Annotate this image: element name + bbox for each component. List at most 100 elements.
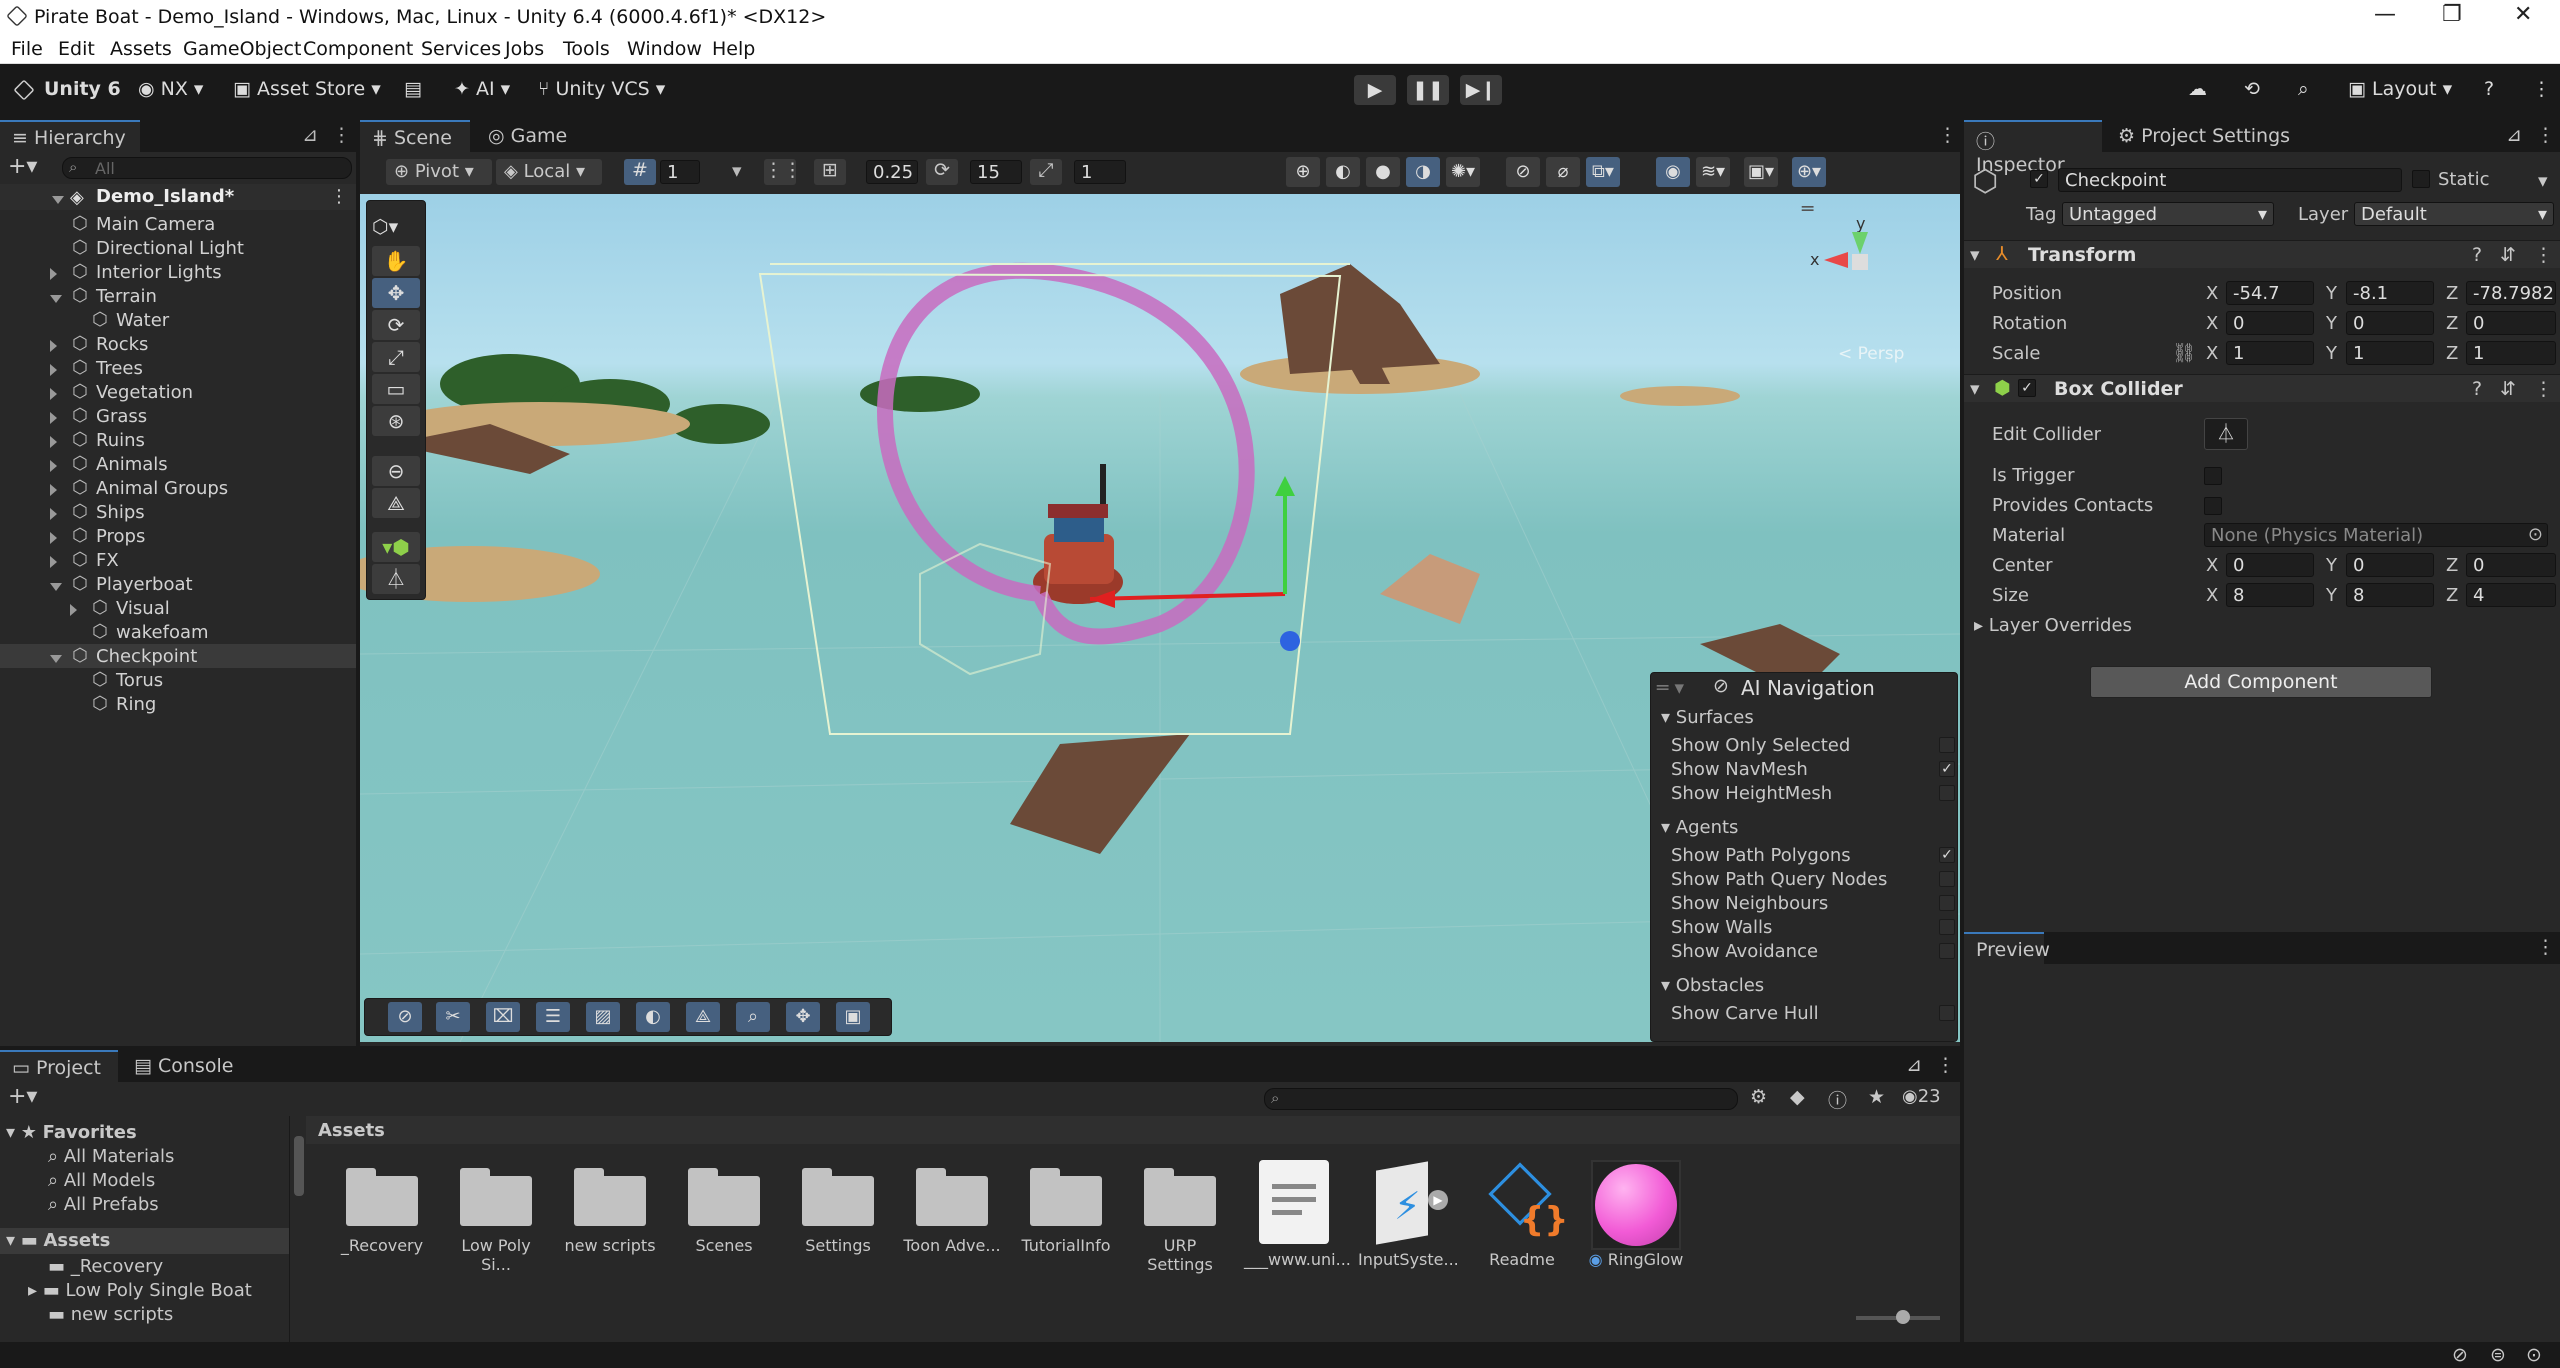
orientation-gizmo[interactable]: y x	[1810, 214, 1920, 314]
position-x-input[interactable]: -54.7	[2226, 281, 2314, 305]
is-trigger-checkbox[interactable]	[2204, 467, 2222, 485]
local-dropdown[interactable]: ◈ Local ▾	[496, 159, 602, 185]
tree-folder-recovery[interactable]: ▬ _Recovery	[48, 1256, 163, 1277]
scale-snap-input[interactable]: 1	[1074, 160, 1126, 184]
grid-dropdown-arrow[interactable]: ▾	[732, 160, 742, 182]
nav-tool-9-icon[interactable]: ✥	[786, 1002, 820, 1032]
show-carve-hull-row[interactable]: Show Carve Hull	[1671, 1003, 1955, 1024]
asset-input-system[interactable]: ⚡ ▶ InputSyste...	[1358, 1160, 1459, 1269]
menu-jobs[interactable]: Jobs	[505, 38, 544, 60]
layer-dropdown[interactable]: Default ▾	[2354, 202, 2554, 226]
pivot-dropdown[interactable]: ⊕ Pivot ▾	[386, 159, 492, 185]
debugger-icon[interactable]: ⊘	[2452, 1344, 2468, 1366]
move-tool-icon[interactable]: ✥	[372, 278, 420, 308]
transform-foldout-icon[interactable]: ▾	[1970, 244, 1980, 266]
lit-shading-button[interactable]: ◑	[1406, 157, 1440, 187]
component-tools-icon[interactable]: ▾⬢	[372, 532, 420, 562]
tab-hierarchy[interactable]: ≡ Hierarchy	[0, 120, 140, 152]
scale-snap-icon[interactable]: ⤢	[1030, 159, 1062, 185]
search-icon[interactable]: ⌕	[2298, 78, 2309, 100]
expand-arrow-icon[interactable]	[50, 505, 65, 526]
camera-dropdown[interactable]: ▣▾	[1744, 157, 1778, 187]
inspector-more-icon[interactable]: ⋮	[2536, 124, 2555, 146]
show-path-query-nodes-row[interactable]: Show Path Query Nodes	[1671, 869, 1955, 890]
favorite-icon[interactable]: ★	[1868, 1086, 1885, 1108]
gizmo-center[interactable]	[1852, 254, 1868, 270]
hierarchy-item[interactable]: ⬡ Visual	[0, 596, 356, 620]
edit-collider-button[interactable]: ⏃	[2204, 418, 2248, 450]
collapse-arrow-icon[interactable]	[50, 577, 70, 598]
history-icon[interactable]: ⟲	[2244, 78, 2260, 100]
hierarchy-item[interactable]: ⬡ Terrain	[0, 284, 356, 308]
2d-toggle[interactable]: ⊘	[1506, 157, 1540, 187]
nav-tool-8-icon[interactable]: ⌕	[736, 1002, 770, 1032]
hierarchy-item[interactable]: ⬡ Water	[0, 308, 356, 332]
shaded-wireframe-button[interactable]: ◐	[1326, 157, 1360, 187]
overlay-menu-icon[interactable]: ═	[1802, 198, 1813, 220]
transform-presets-icon[interactable]: ⇵	[2500, 244, 2516, 266]
preview-header[interactable]	[1964, 932, 2560, 964]
hierarchy-item[interactable]: ⬡ Ships	[0, 500, 356, 524]
gizmo-y-cone[interactable]	[1852, 232, 1868, 254]
view-tool-hand-icon[interactable]: ✋	[372, 246, 420, 276]
inspector-lock-icon[interactable]: ⊿	[2506, 124, 2522, 146]
maximize-button[interactable]: ❐	[2442, 2, 2462, 27]
asset-text-file[interactable]: ___www.uni...	[1244, 1160, 1351, 1269]
create-asset-button[interactable]: +▾	[8, 1084, 37, 1109]
transform-more-icon[interactable]: ⋮	[2534, 244, 2553, 266]
hierarchy-item[interactable]: ⬡ Main Camera	[0, 212, 356, 236]
transform-tool-icon[interactable]: ⊛	[372, 406, 420, 436]
play-button[interactable]: ▶	[1354, 75, 1396, 105]
show-avoidance-checkbox[interactable]	[1939, 943, 1955, 959]
menu-window[interactable]: Window	[627, 38, 702, 60]
menu-help[interactable]: Help	[712, 38, 755, 60]
tab-scene[interactable]: ⋕ Scene	[360, 120, 470, 152]
hierarchy-item[interactable]: ⬡ wakefoam	[0, 620, 356, 644]
assets-breadcrumb[interactable]: Assets	[318, 1120, 385, 1141]
debug-draw-button[interactable]: ✺▾	[1446, 157, 1480, 187]
tab-console[interactable]: ▤ Console	[122, 1050, 252, 1082]
tab-project[interactable]: ▭ Project	[0, 1050, 118, 1082]
active-checkbox[interactable]: ✓	[2030, 170, 2048, 188]
collider-edit-icon[interactable]: ⊖	[372, 456, 420, 486]
hierarchy-item[interactable]: ⬡ Interior Lights	[0, 260, 356, 284]
show-walls-row[interactable]: Show Walls	[1671, 917, 1955, 938]
overlay-drag-icon[interactable]: ═ ▾	[1657, 677, 1684, 699]
hierarchy-more-icon[interactable]: ⋮	[332, 124, 351, 146]
favorite-all-models[interactable]: ⌕ All Models	[48, 1170, 155, 1191]
collider-help-icon[interactable]: ?	[2472, 378, 2482, 400]
collider-more-icon[interactable]: ⋮	[2534, 378, 2553, 400]
navmesh-tool-icon[interactable]: ⟁	[372, 488, 420, 518]
hierarchy-item[interactable]: ⬡ Grass	[0, 404, 356, 428]
show-neighbours-row[interactable]: Show Neighbours	[1671, 893, 1955, 914]
search-by-log-icon[interactable]: ⓘ	[1828, 1086, 1847, 1113]
favorite-all-materials[interactable]: ⌕ All Materials	[48, 1146, 174, 1167]
show-neighbours-checkbox[interactable]	[1939, 895, 1955, 911]
menu-services[interactable]: Services	[421, 38, 501, 60]
obstacles-header[interactable]: ▾ Obstacles	[1661, 975, 1764, 996]
expand-arrow-icon[interactable]	[50, 409, 65, 430]
expand-arrow-icon[interactable]	[50, 433, 65, 454]
ai-dropdown[interactable]: ✦ AI ▾	[454, 78, 510, 100]
show-navmesh-checkbox[interactable]: ✓	[1939, 761, 1955, 777]
scene-root[interactable]: ◈ Demo_Island* ⋮	[0, 184, 356, 210]
show-only-selected-checkbox[interactable]	[1939, 737, 1955, 753]
increment-snap-icon[interactable]: ⊞	[814, 159, 846, 185]
visibility-toggle[interactable]: ◉	[1656, 157, 1690, 187]
expand-arrow-icon[interactable]	[50, 457, 65, 478]
tag-dropdown[interactable]: Untagged ▾	[2062, 202, 2274, 226]
box-collider-enabled-checkbox[interactable]: ✓	[2018, 379, 2036, 397]
collider-presets-icon[interactable]: ⇵	[2500, 378, 2516, 400]
favorite-all-prefabs[interactable]: ⌕ All Prefabs	[48, 1194, 159, 1215]
material-field[interactable]: None (Physics Material) ⊙	[2204, 523, 2548, 547]
hierarchy-item[interactable]: ⬡ Torus	[0, 668, 356, 692]
rect-tool-icon[interactable]: ▭	[372, 374, 420, 404]
center-z-input[interactable]: 0	[2466, 553, 2556, 577]
size-x-input[interactable]: 8	[2226, 583, 2314, 607]
expand-arrow-icon[interactable]	[50, 553, 65, 574]
grid-toggle[interactable]: #	[624, 159, 656, 185]
rotation-y-input[interactable]: 0	[2346, 311, 2434, 335]
asset-folder[interactable]: new scripts	[560, 1160, 660, 1255]
size-z-input[interactable]: 4	[2466, 583, 2556, 607]
asset-folder[interactable]: Toon Adve...	[902, 1160, 1002, 1255]
